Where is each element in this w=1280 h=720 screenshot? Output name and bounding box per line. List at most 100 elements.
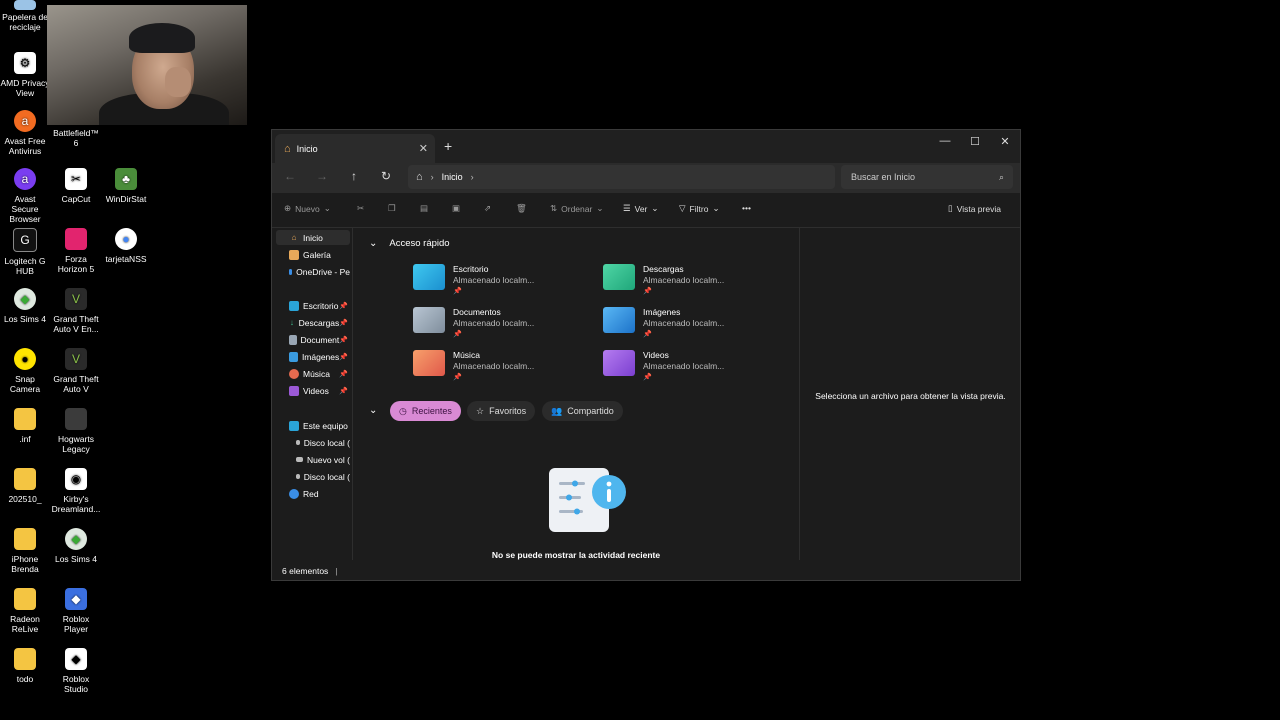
home-icon: ⌂ (284, 142, 291, 155)
quick-access-title: Acceso rápido (389, 238, 450, 249)
desktop-icon-sims4-2[interactable]: ◆ Los Sims 4 (51, 528, 101, 564)
copy-button[interactable]: ❐ (388, 203, 396, 214)
desktop-icon-hogwarts[interactable]: Hogwarts Legacy (51, 408, 101, 454)
maximize-button[interactable]: ☐ (960, 135, 990, 148)
desktop-icon-capcut[interactable]: ✂ CapCut (51, 168, 101, 204)
desktop-icon-avast[interactable]: a Avast Free Antivirus (0, 110, 50, 156)
desktop-icon-label: WinDirStat (105, 194, 147, 204)
preview-pane-icon: ▯ (948, 203, 953, 213)
recent-section-toggle[interactable]: ⌄ (369, 405, 377, 416)
paste-button[interactable]: ▤ (420, 203, 428, 214)
sidebar-item-nuevo-vol[interactable]: Nuevo vol ( (276, 452, 350, 467)
refresh-button[interactable]: ↻ (376, 169, 396, 183)
tab-favoritos[interactable]: ☆ Favoritos (467, 401, 536, 421)
desktop-icon-avast-browser[interactable]: a Avast Secure Browser (0, 168, 50, 224)
quick-access-name: Música (453, 350, 480, 360)
desktop-icon-kirby[interactable]: ◉ Kirby's Dreamland... (51, 468, 101, 514)
quick-access-item[interactable]: Imágenes Almacenado localm... 📌 (603, 307, 773, 343)
quick-access-name: Videos (643, 350, 669, 360)
empty-state-message: No se puede mostrar la actividad recient… (491, 550, 661, 560)
webcam-overlay (47, 5, 247, 125)
address-bar[interactable]: ⌂ › Inicio › (408, 165, 835, 189)
desktop-icon-windirstat[interactable]: ♣ WinDirStat (101, 168, 151, 204)
sidebar-item-disco-local-2[interactable]: Disco local ( (276, 469, 350, 484)
desktop-icon-snap-camera[interactable]: ● Snap Camera (0, 348, 50, 394)
preview-message: Selecciona un archivo para obtener la vi… (815, 391, 1006, 401)
back-button[interactable]: ← (280, 169, 300, 183)
sort-button[interactable]: ⇅ Ordenar ⌄ (550, 203, 603, 214)
delete-button[interactable]: 🗑 (516, 203, 527, 214)
desktop-icon-label: Roblox Player (62, 614, 90, 634)
quick-access-location: Almacenado localm... (453, 275, 535, 285)
new-button[interactable]: ⊕ Nuevo ⌄ (284, 203, 331, 214)
desktop-icon-radeon-relive[interactable]: Radeon ReLive (0, 588, 50, 634)
tab-recientes[interactable]: ◷ Recientes (390, 401, 461, 421)
sidebar-item-documentos[interactable]: Document 📌 (276, 332, 350, 347)
desktop-icon-inf[interactable]: .inf (0, 408, 50, 444)
sidebar-item-disco-local-c[interactable]: Disco local ( (276, 435, 350, 450)
close-window-button[interactable]: ✕ (990, 135, 1020, 148)
desktop-icon-label: Snap Camera (9, 374, 41, 394)
view-button[interactable]: ☰ Ver ⌄ (623, 203, 659, 214)
sidebar-item-onedrive[interactable]: OneDrive - Pe (276, 264, 350, 279)
cut-button[interactable]: ✂ (357, 203, 364, 214)
preview-pane-button[interactable]: ▯ Vista previa (948, 203, 1001, 214)
sidebar-item-videos[interactable]: Videos 📌 (276, 383, 350, 398)
sidebar-item-galeria[interactable]: Galería (276, 247, 350, 262)
quick-access-item[interactable]: Videos Almacenado localm... 📌 (603, 350, 773, 386)
share-icon: ⇗ (484, 203, 492, 213)
desktop-icon-iphone-brenda[interactable]: iPhone Brenda (0, 528, 50, 574)
desktop-icon-logitech[interactable]: G Logitech G HUB (0, 228, 50, 276)
quick-access-name: Escritorio (453, 264, 489, 274)
new-tab-button[interactable]: + (444, 138, 452, 154)
quick-access-header[interactable]: ⌄ Acceso rápido (369, 238, 450, 249)
sidebar-item-label: Galería (303, 249, 331, 260)
desktop-folder-icon (289, 300, 299, 311)
quick-access-item[interactable]: Música Almacenado localm... 📌 (413, 350, 583, 386)
tab-inicio[interactable]: ⌂ Inicio ✕ (275, 134, 435, 163)
quick-access-item[interactable]: Documentos Almacenado localm... 📌 (413, 307, 583, 343)
desktop-icon-forza[interactable]: Forza Horizon 5 (51, 228, 101, 274)
close-tab-icon[interactable]: ✕ (419, 142, 428, 155)
chevron-right-icon[interactable]: › (471, 172, 474, 182)
minimize-button[interactable]: — (930, 135, 960, 147)
desktop-icon-roblox-studio[interactable]: ◆ Roblox Studio (51, 648, 101, 694)
status-bar: 6 elementos | (272, 560, 1020, 582)
preview-pane: Selecciona un archivo para obtener la vi… (799, 228, 1021, 560)
desktop-icon-gta-enhanced[interactable]: V Grand Theft Auto V En... (51, 288, 101, 334)
quick-access-item[interactable]: Descargas Almacenado localm... 📌 (603, 264, 773, 300)
forward-button[interactable]: → (312, 169, 332, 183)
quick-access-item[interactable]: Escritorio Almacenado localm... 📌 (413, 264, 583, 300)
desktop-icon-amd-privacy-view[interactable]: ⚙ AMD Privacy View (0, 52, 50, 98)
rename-icon: ▣ (452, 203, 461, 213)
desktop-icon-gta[interactable]: V Grand Theft Auto V (51, 348, 101, 394)
breadcrumb[interactable]: Inicio (442, 172, 463, 182)
desktop-icon-202510[interactable]: 202510_ (0, 468, 50, 504)
rename-button[interactable]: ▣ (452, 203, 460, 214)
desktop-icon-recycle-bin[interactable]: Papelera de reciclaje (0, 0, 50, 32)
windirstat-icon: ♣ (115, 168, 137, 190)
filter-button[interactable]: ▽ Filtro ⌄ (679, 203, 720, 214)
desktop-icon-label: Los Sims 4 (3, 314, 47, 324)
tab-compartido[interactable]: 👥 Compartido (542, 401, 623, 421)
share-button[interactable]: ⇗ (484, 203, 491, 214)
clock-icon: ◷ (399, 405, 407, 416)
sidebar-item-descargas[interactable]: ↓ Descargas 📌 (276, 315, 350, 330)
more-options-button[interactable]: ••• (742, 203, 751, 213)
sidebar-item-inicio[interactable]: ⌂ Inicio (276, 230, 350, 245)
sidebar-item-red[interactable]: Red (276, 486, 350, 501)
desktop-icon-label: Avast Secure Browser (9, 194, 41, 224)
search-input[interactable]: Buscar en Inicio ⌕ (841, 165, 1013, 189)
desktop-icon-tarjetanss[interactable]: ● tarjetaNSS (101, 228, 151, 264)
sidebar-item-musica[interactable]: Música 📌 (276, 366, 350, 381)
sidebar-item-este-equipo[interactable]: Este equipo (276, 418, 350, 433)
desktop-icon-sims4[interactable]: ◆ Los Sims 4 (0, 288, 50, 324)
sidebar-item-escritorio[interactable]: Escritorio 📌 (276, 298, 350, 313)
chevron-down-icon: ⌄ (712, 203, 720, 213)
desktop-icon-roblox-player[interactable]: ◆ Roblox Player (51, 588, 101, 634)
up-button[interactable]: ↑ (344, 169, 364, 183)
sidebar-item-label: Imágenes (301, 351, 340, 362)
sidebar-item-label: Document (300, 334, 340, 345)
sidebar-item-imagenes[interactable]: Imágenes 📌 (276, 349, 350, 364)
desktop-icon-todo[interactable]: todo (0, 648, 50, 684)
